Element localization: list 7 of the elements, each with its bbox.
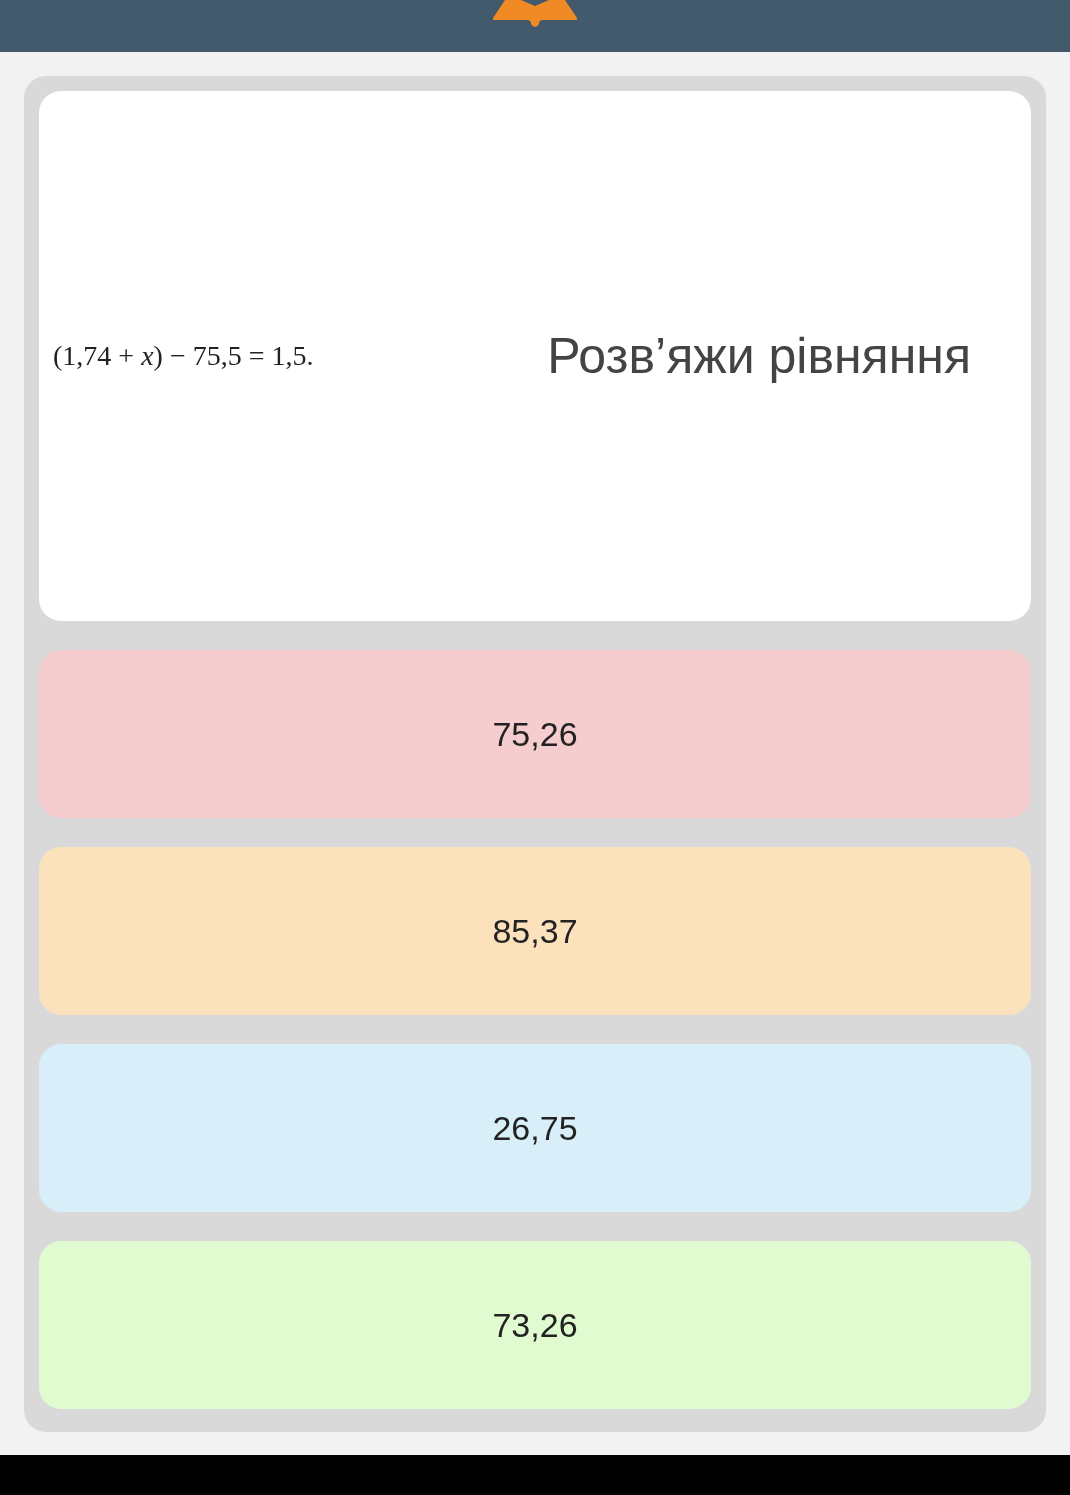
answer-option[interactable]: 73,26 <box>39 1241 1031 1409</box>
answer-option[interactable]: 26,75 <box>39 1044 1031 1212</box>
question-title: Розв’яжи рівняння <box>547 326 971 386</box>
equation: (1,74 + x) − 75,5 = 1,5. <box>53 339 314 373</box>
answer-option[interactable]: 75,26 <box>39 650 1031 818</box>
answer-option[interactable]: 85,37 <box>39 847 1031 1015</box>
book-icon <box>493 0 577 28</box>
